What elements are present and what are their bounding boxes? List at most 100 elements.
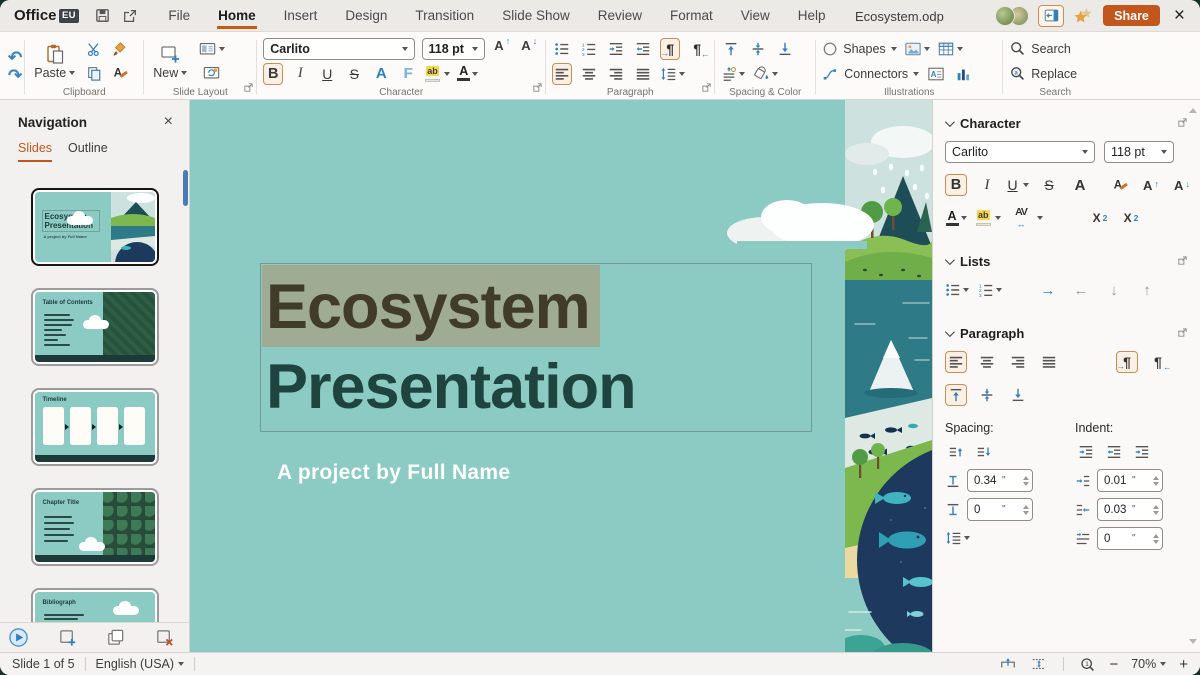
underline-button[interactable]: U	[317, 63, 337, 85]
sidebar-increase-indent-button[interactable]	[1075, 441, 1097, 463]
save-icon[interactable]	[91, 5, 113, 27]
sidebar-character-dialog-button[interactable]: A	[1069, 174, 1091, 196]
tab-outline[interactable]: Outline	[68, 141, 108, 162]
clear-formatting-button[interactable]	[110, 62, 130, 84]
slide-title-textbox[interactable]: Ecosystem Presentation	[260, 263, 812, 432]
sidebar-center-vertically-button[interactable]	[976, 384, 998, 406]
bold-button[interactable]: B	[263, 63, 283, 85]
subscript-button[interactable]: X2	[1120, 207, 1142, 229]
decrease-indent-button[interactable]	[633, 38, 653, 60]
character-launcher-icon[interactable]	[1177, 116, 1188, 131]
sidebar-ltr-button[interactable]: →¶	[1116, 351, 1138, 373]
align-right-button[interactable]	[606, 63, 626, 85]
slide-thumbnail-5[interactable]: Bibliograph	[31, 588, 159, 622]
slide-layout-launcher-icon[interactable]	[243, 80, 254, 98]
character-dialog-button[interactable]: A	[371, 63, 391, 85]
menu-format[interactable]: Format	[669, 2, 714, 29]
font-size-select[interactable]: 118 pt	[422, 38, 486, 60]
font-name-select[interactable]: Carlito	[263, 38, 414, 60]
decrease-paragraph-spacing-button[interactable]	[973, 441, 995, 463]
sidebar-scroll-up-icon[interactable]	[1189, 108, 1197, 113]
sidebar-rtl-button[interactable]: →¶	[1147, 351, 1169, 373]
redo-button[interactable]: ↷	[8, 69, 22, 83]
zoom-level-selector[interactable]: 70%	[1131, 657, 1166, 671]
menu-review[interactable]: Review	[597, 2, 643, 29]
space-above-input[interactable]	[974, 475, 1002, 487]
clone-formatting-button[interactable]	[110, 38, 130, 60]
space-above-field[interactable]: "	[967, 469, 1033, 492]
section-lists[interactable]: Lists	[945, 254, 1188, 269]
align-bottom-button[interactable]	[775, 38, 795, 60]
slide-thumbnail-2[interactable]: Table of Contents	[31, 288, 159, 366]
right-to-left-button[interactable]: →¶	[687, 38, 707, 60]
add-slide-button[interactable]	[57, 627, 78, 648]
zoom-100-icon[interactable]	[1079, 656, 1096, 673]
align-top-button[interactable]	[721, 38, 741, 60]
menu-view[interactable]: View	[740, 2, 771, 29]
cut-button[interactable]	[84, 38, 104, 60]
indent-after-input[interactable]	[1104, 504, 1132, 516]
center-vertically-button[interactable]	[748, 38, 768, 60]
bullet-list-button[interactable]	[552, 38, 572, 60]
start-slideshow-button[interactable]	[8, 627, 29, 648]
zoom-out-button[interactable]: −	[1109, 656, 1118, 673]
switch-indent-button[interactable]	[1131, 441, 1153, 463]
indent-before-field[interactable]: "	[1097, 469, 1163, 492]
align-center-button[interactable]	[579, 63, 599, 85]
favorites-star-icon[interactable]	[1073, 6, 1094, 25]
sidebar-align-bottom-button[interactable]	[1007, 384, 1029, 406]
menu-help[interactable]: Help	[797, 2, 827, 29]
close-icon[interactable]: ×	[1169, 6, 1190, 25]
sidebar-justify-button[interactable]	[1038, 351, 1060, 373]
menu-home[interactable]: Home	[217, 2, 257, 29]
navigation-scrollbar[interactable]	[183, 170, 188, 206]
justify-button[interactable]	[633, 63, 653, 85]
demote-button[interactable]: →	[1036, 282, 1060, 299]
line-spacing-dropdown-button[interactable]	[945, 527, 970, 549]
slide-layout-button[interactable]	[198, 38, 225, 60]
share-button[interactable]: Share	[1103, 5, 1160, 26]
move-up-button[interactable]: ↑	[1135, 282, 1159, 299]
language-selector[interactable]: English (USA)	[96, 657, 185, 671]
numbered-list-button[interactable]	[579, 38, 599, 60]
copy-button[interactable]	[84, 62, 104, 84]
indent-after-field[interactable]: "	[1097, 498, 1163, 521]
sidebar-scroll-down-icon[interactable]	[1189, 639, 1197, 644]
space-below-input[interactable]	[974, 504, 1002, 516]
sidebar-numbered-list-button[interactable]	[978, 279, 1002, 301]
slide-title-line2[interactable]: Presentation	[261, 352, 636, 422]
sidebar-highlight-color-button[interactable]: ab	[976, 207, 1001, 229]
lists-launcher-icon[interactable]	[1177, 254, 1188, 269]
align-left-button[interactable]	[552, 63, 572, 85]
sidebar-align-left-button[interactable]	[945, 351, 967, 373]
change-layout-button[interactable]	[198, 62, 225, 84]
paragraph-launcher-icon[interactable]	[701, 80, 712, 98]
fill-color-button[interactable]	[752, 63, 778, 85]
font-color-button[interactable]: A	[457, 63, 478, 85]
zoom-in-button[interactable]: +	[1179, 656, 1188, 673]
open-external-icon[interactable]	[119, 5, 141, 27]
sidebar-align-center-button[interactable]	[976, 351, 998, 373]
line-spacing-button[interactable]	[660, 63, 685, 85]
avatar[interactable]	[995, 6, 1015, 26]
increase-font-size-button[interactable]: A↑	[492, 38, 512, 60]
section-character[interactable]: Character	[945, 116, 1188, 131]
left-to-right-button[interactable]: →¶	[660, 38, 680, 60]
indent-before-spinner[interactable]	[1153, 476, 1159, 486]
paragraph-spacing-button[interactable]	[721, 63, 745, 85]
slide-canvas[interactable]: Ecosystem Presentation A project by Full…	[190, 100, 932, 652]
fit-width-icon[interactable]	[1030, 656, 1048, 672]
space-below-field[interactable]: "	[967, 498, 1033, 521]
outline-font-effect-button[interactable]: F	[398, 63, 418, 85]
decrease-font-size-button[interactable]: A↓	[519, 38, 539, 60]
section-paragraph[interactable]: Paragraph	[945, 326, 1188, 341]
delete-slide-button[interactable]	[154, 627, 175, 648]
insert-table-button[interactable]	[937, 38, 963, 60]
menu-file[interactable]: File	[167, 2, 191, 29]
new-slide-button[interactable]: New	[150, 37, 190, 85]
paragraph-launcher-icon[interactable]	[1177, 326, 1188, 341]
menu-insert[interactable]: Insert	[283, 2, 319, 29]
insert-image-button[interactable]	[904, 38, 930, 60]
slide-thumbnail-3[interactable]: Timeline	[31, 388, 159, 466]
sidebar-italic-button[interactable]: I	[976, 174, 998, 196]
